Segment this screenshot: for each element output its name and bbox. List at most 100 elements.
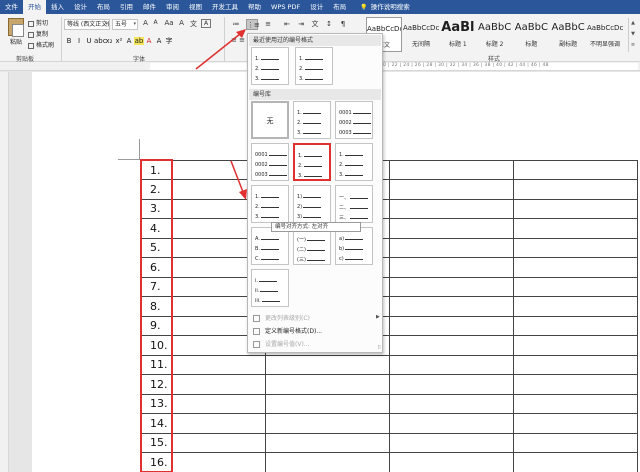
style-option[interactable]: AaBbC 副标题 [550,17,586,52]
style-option[interactable]: AaBbC 标题 [514,17,550,52]
table-cell[interactable] [512,159,638,180]
paragraph-button[interactable]: 文 [309,19,321,30]
table-cell[interactable] [264,374,390,395]
paragraph-button[interactable]: ⇥ [295,19,307,30]
table-number-cell[interactable]: 8. [140,296,173,317]
tab-item[interactable]: 布局 [92,0,115,14]
numbering-format-option[interactable]: 1. 2. 3. [295,47,333,85]
table-number-cell[interactable]: 5. [140,237,173,258]
style-option[interactable]: AaBbCcDc 不明显强调 [587,17,623,52]
table-cell[interactable] [512,237,638,258]
tab-item[interactable]: WPS PDF [266,0,305,14]
style-option[interactable]: AaBl 标题 1 [440,17,476,52]
table-cell[interactable] [171,374,266,395]
table-cell[interactable] [388,432,514,453]
tab-item[interactable]: 审阅 [161,0,184,14]
table-cell[interactable] [512,257,638,278]
numbering-format-option[interactable]: a) b) c) [335,227,373,265]
table-cell[interactable] [388,237,514,258]
paragraph-button[interactable]: ↕ [323,19,335,30]
resize-grip-icon[interactable]: ⠿ [377,345,381,351]
table-cell[interactable] [512,413,638,434]
paragraph-button[interactable]: ⇤ [281,19,293,30]
table-cell[interactable] [512,354,638,375]
table-number-cell[interactable]: 10. [140,335,173,356]
table-cell[interactable] [388,276,514,297]
style-option[interactable]: AaBbCcDc 无间隔 [403,17,439,52]
font-format-button[interactable]: x² [114,37,124,45]
grow-font-button[interactable]: A [141,19,150,27]
tab-item[interactable]: 插入 [46,0,69,14]
paste-button[interactable]: 粘贴 [5,18,27,46]
tab-item[interactable]: 设计 [305,0,328,14]
table-cell[interactable] [388,413,514,434]
table-cell[interactable] [512,432,638,453]
table-number-cell[interactable]: 9. [140,315,173,336]
table-cell[interactable] [264,354,390,375]
numbering-format-option[interactable]: 0001 0002 0003 [335,101,373,139]
table-number-cell[interactable]: 6. [140,257,173,278]
table-cell[interactable] [171,393,266,414]
table-cell[interactable] [388,374,514,395]
numbering-button[interactable]: ⋮≡ [246,19,260,30]
cut-button[interactable]: 剪切 [28,18,48,27]
copy-button[interactable]: 复制 [28,29,48,38]
table-number-cell[interactable]: 7. [140,276,173,297]
table-cell[interactable] [512,452,638,472]
tab-item[interactable]: 💡 操作说明搜索 [355,0,414,14]
numbering-format-option[interactable]: 一、 二、 三、 [335,185,373,223]
table-cell[interactable] [512,374,638,395]
font-format-button[interactable]: A [154,37,164,45]
table-cell[interactable] [264,393,390,414]
change-case-button[interactable]: Aa [163,19,175,27]
table-cell[interactable] [171,354,266,375]
table-cell[interactable] [388,452,514,472]
table-cell[interactable] [512,315,638,336]
table-cell[interactable] [512,393,638,414]
numbering-format-option[interactable]: 1. 2. 3. [251,47,289,85]
phonetic-guide-button[interactable]: 文 [189,19,198,29]
numbering-format-option[interactable]: A. B. C. [251,227,289,265]
table-number-cell[interactable]: 1. [140,159,173,180]
table-cell[interactable] [388,354,514,375]
table-cell[interactable] [171,432,266,453]
font-format-button[interactable]: A [144,37,154,45]
paragraph-button[interactable]: ≡ [262,19,274,30]
character-border-button[interactable]: A [201,19,211,28]
tab-item[interactable]: 开发工具 [207,0,243,14]
table-cell[interactable] [171,452,266,472]
table-number-cell[interactable]: 3. [140,198,173,219]
table-cell[interactable] [388,218,514,239]
tab-item[interactable]: 设计 [69,0,92,14]
font-format-button[interactable]: I [74,37,84,45]
font-format-button[interactable]: U [84,37,94,45]
tab-item[interactable]: 帮助 [243,0,266,14]
font-format-button[interactable]: A [124,37,134,45]
table-cell[interactable] [512,198,638,219]
numbering-format-option[interactable]: (一) (二) (三) [293,227,331,265]
table-cell[interactable] [388,335,514,356]
table-number-cell[interactable]: 4. [140,218,173,239]
table-cell[interactable] [264,432,390,453]
tab-item[interactable]: 引用 [115,0,138,14]
table-cell[interactable] [171,413,266,434]
style-option[interactable]: AaBbC 标题 2 [477,17,513,52]
font-format-button[interactable]: abc [94,37,107,45]
font-format-button[interactable]: x₂ [104,37,114,45]
table-number-cell[interactable]: 15. [140,432,173,453]
font-format-button[interactable]: ab [134,37,144,45]
table-cell[interactable] [388,198,514,219]
table-cell[interactable] [388,179,514,200]
numbering-format-option[interactable]: 1. 2. 3. [335,143,373,181]
menu-item[interactable]: 定义新编号格式(D)... [251,326,322,337]
numbering-format-option[interactable]: 1. 2. 3. [251,185,289,223]
table-cell[interactable] [388,296,514,317]
table-cell[interactable] [264,413,390,434]
numbering-format-option[interactable]: 1) 2) 3) [293,185,331,223]
tab-item[interactable]: 邮件 [138,0,161,14]
font-format-button[interactable]: 字 [164,36,174,46]
paragraph-button[interactable]: ≔ [230,19,242,30]
table-cell[interactable] [512,335,638,356]
font-name-select[interactable]: 等线 (西文正文) ▾ [64,19,110,30]
format-painter-button[interactable]: 格式刷 [28,40,54,49]
